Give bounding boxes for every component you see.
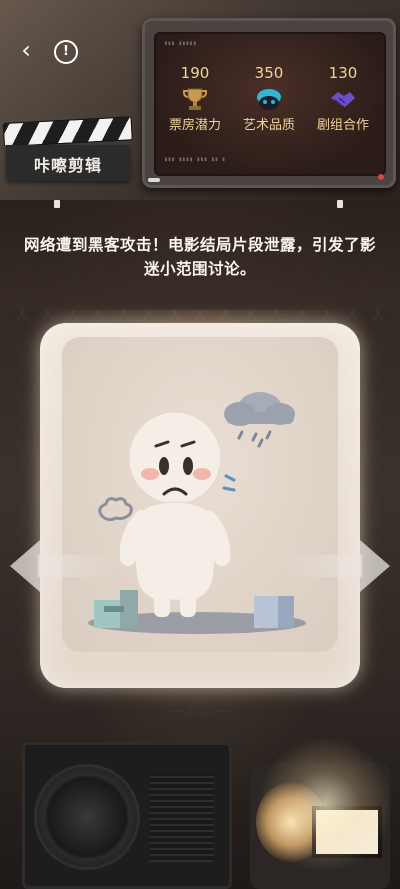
stat-box-office-label: 票房潜力 (168, 118, 221, 133)
light-flare (250, 720, 400, 889)
stat-art-quality-value: 350 (254, 64, 284, 82)
info-button[interactable]: ! (54, 40, 78, 64)
next-event-button[interactable] (360, 540, 390, 592)
prev-arrow-trail (38, 555, 116, 577)
art-mask-icon (257, 89, 281, 110)
event-description: 网络遭到黑客攻击！电影结局片段泄露，引发了影迷小范围讨论。 (23, 236, 376, 278)
stat-crew-cooperation-label: 剧组合作 (316, 118, 369, 133)
monitor-screen: ▮▮▮ ▮▮▮▮▮ ▮▮▮ ▮▮▮▮ ▮▮▮ ▮▮ ▮ 190 票房潜力 350… (154, 32, 386, 176)
back-button[interactable]: ‹ (14, 38, 38, 62)
radio-prop (22, 742, 232, 889)
handshake-icon (331, 92, 355, 107)
stat-art-quality-label: 艺术品质 (242, 118, 295, 133)
rain-cloud-icon (224, 392, 295, 448)
stat-box-office-value: 190 (180, 64, 210, 82)
monitor-hud-bottom: ▮▮▮ ▮▮▮▮ ▮▮▮ ▮▮ ▮ (164, 156, 226, 163)
stat-box-office: 190 票房潜力 (160, 64, 230, 133)
next-arrow-trail (284, 555, 362, 577)
page-indicator: —2/15— (170, 703, 230, 719)
prev-event-button[interactable] (10, 540, 40, 592)
monitor-hud-top: ▮▮▮ ▮▮▮▮▮ (164, 40, 197, 47)
clapperboard: 咔嚓剪辑 (2, 116, 133, 181)
stat-art-quality: 350 艺术品质 (234, 64, 304, 133)
radio-grille (150, 772, 214, 862)
monitor-power-indicator (148, 178, 160, 182)
banner-pin-right (337, 200, 343, 208)
clapperboard-title: 咔嚓剪辑 (33, 156, 102, 175)
stats-monitor: ▮▮▮ ▮▮▮▮▮ ▮▮▮ ▮▮▮▮ ▮▮▮ ▮▮ ▮ 190 票房潜力 350… (142, 18, 396, 188)
sad-character-illustration (94, 392, 295, 628)
chevron-left-icon: ‹ (21, 36, 31, 64)
banner-pin-left (54, 200, 60, 208)
stat-crew-cooperation-value: 130 (328, 64, 358, 82)
stat-crew-cooperation: 130 剧组合作 (308, 64, 378, 133)
monitor-led (378, 174, 384, 180)
clapperboard-body: 咔嚓剪辑 (6, 145, 130, 181)
trophy-icon (183, 88, 207, 110)
speaker-grill (34, 764, 140, 870)
exclamation-circle-icon: ! (63, 44, 69, 59)
